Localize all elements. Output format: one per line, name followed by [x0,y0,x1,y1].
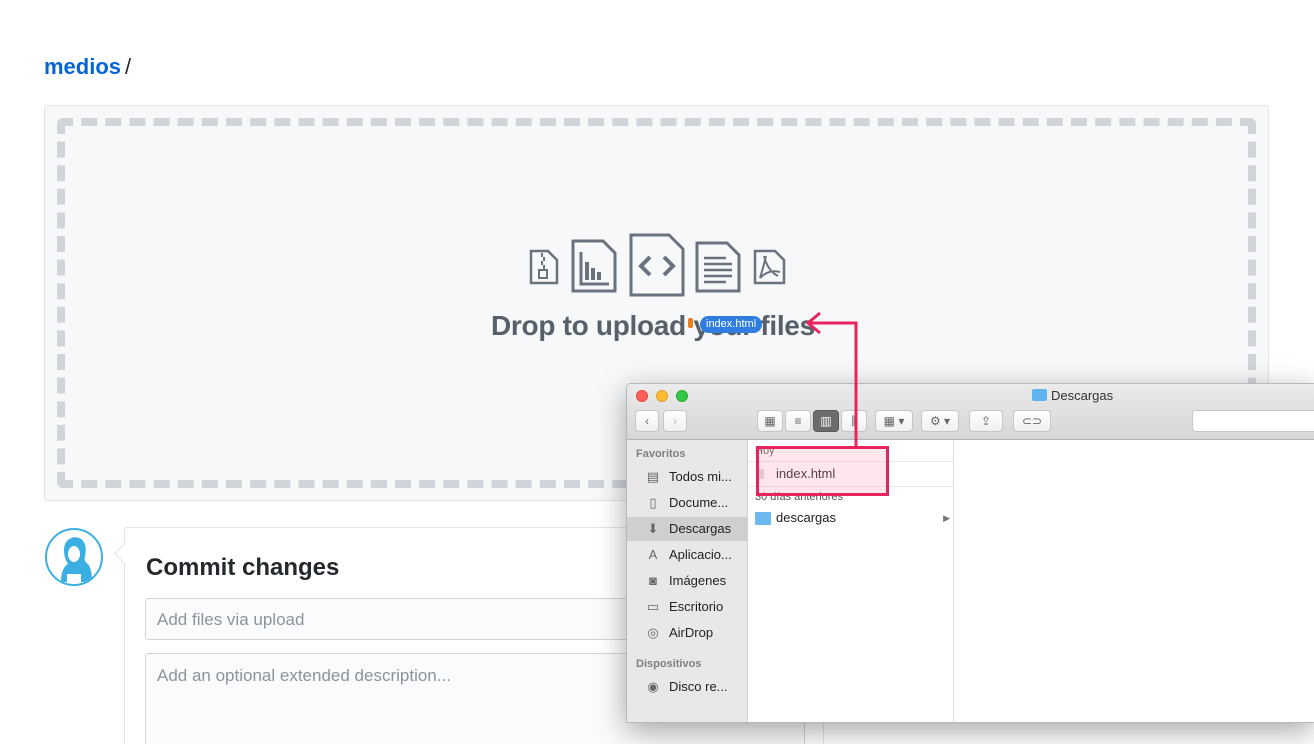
desktop-icon: ▭ [646,599,660,614]
documents-icon: ▯ [649,495,657,510]
arrange-button[interactable]: ▦ ▾ [875,410,913,432]
sidebar-item-label: AirDrop [669,625,714,640]
pdf-file-icon [753,249,786,285]
applications-icon: A [648,547,658,562]
share-button[interactable]: ⇪ [969,410,1003,432]
grid-icon: ▦ [764,414,776,428]
sidebar-item-desktop[interactable]: ▭ Escritorio [627,595,747,619]
coverflow-icon: ⫼ [851,414,857,428]
airdrop-icon: ◎ [647,625,659,640]
list-view-button[interactable]: ≡ [785,410,811,432]
zip-file-icon [529,249,559,285]
text-file-icon [695,241,741,293]
folder-icon [755,512,771,525]
disk-icon: ◉ [647,679,659,694]
camera-icon: ◙ [649,573,657,588]
columns-icon: ▥ [820,414,832,428]
sidebar-item-label: Imágenes [669,573,727,588]
zoom-button[interactable] [676,390,688,402]
sidebar-item-all-files[interactable]: ▤ Todos mi... [627,465,747,489]
minimize-button[interactable] [656,390,668,402]
breadcrumb: medios / [44,54,131,80]
sidebar-item-remote-disc[interactable]: ◉ Disco re... [627,675,747,699]
finder-titlebar[interactable]: Descargas ‹ › ▦ ≡ ▥ ⫼ ▦ ▾ ⚙ ▾ ⇪ ⊂⊃ [627,384,1314,440]
finder-title: Descargas [1032,388,1113,403]
sidebar-item-airdrop[interactable]: ◎ AirDrop [627,621,747,645]
folder-icon [1032,389,1047,401]
close-button[interactable] [636,390,648,402]
finder-window: Descargas ‹ › ▦ ≡ ▥ ⫼ ▦ ▾ ⚙ ▾ ⇪ ⊂⊃ Favor… [626,383,1314,723]
tags-button[interactable]: ⊂⊃ [1013,410,1051,432]
column-view-button[interactable]: ▥ [813,410,839,432]
chevron-right-icon: › [673,414,677,428]
dragged-file-icon [688,318,693,328]
code-file-icon [629,233,685,297]
breadcrumb-separator: / [125,54,132,79]
favorites-header: Favoritos [636,448,686,460]
sidebar-item-label: Escritorio [669,599,724,614]
arrange-icon: ▦ ▾ [883,414,905,428]
gear-icon: ⚙ ▾ [929,414,951,428]
list-icon: ≡ [794,414,802,428]
sidebar-item-label: Descargas [669,521,732,536]
avatar[interactable] [45,528,103,586]
chart-file-icon [571,239,617,293]
forward-button[interactable]: › [663,410,687,432]
commit-title: Commit changes [146,554,340,581]
sidebar-item-label: Disco re... [669,679,728,694]
dragged-file-badge: index.html [700,316,763,333]
repo-link[interactable]: medios [44,54,121,79]
sidebar-item-pictures[interactable]: ◙ Imágenes [627,569,747,593]
sidebar-item-documents[interactable]: ▯ Docume... [627,491,747,515]
disclosure-triangle-icon: ▶ [943,513,950,523]
avatar-portrait-icon [61,537,92,582]
file-highlight-annotation [756,446,889,496]
back-button[interactable]: ‹ [635,410,659,432]
sidebar-item-label: Aplicacio... [669,547,732,562]
icon-view-button[interactable]: ▦ [757,410,783,432]
folder-name: descargas [776,510,836,525]
chevron-left-icon: ‹ [645,414,649,428]
sidebar-item-label: Docume... [669,495,729,510]
devices-header: Dispositivos [636,658,702,670]
file-type-icons [528,232,788,298]
action-button[interactable]: ⚙ ▾ [921,410,959,432]
sidebar-item-downloads[interactable]: ⬇ Descargas [627,517,747,541]
sidebar-item-label: Todos mi... [669,469,732,484]
drop-message: Drop to upload your files [491,310,815,341]
search-field[interactable] [1192,410,1314,432]
tag-icon: ⊂⊃ [1021,414,1043,428]
share-icon: ⇪ [980,414,992,428]
finder-title-text: Descargas [1051,388,1114,403]
finder-sidebar: Favoritos ▤ Todos mi... ▯ Docume... ⬇ De… [627,440,748,722]
sidebar-item-applications[interactable]: A Aplicacio... [627,543,747,567]
coverflow-view-button[interactable]: ⫼ [841,410,867,432]
downloads-icon: ⬇ [647,521,659,536]
all-files-icon: ▤ [646,469,660,484]
folder-row-descargas[interactable]: descargas ▶ [748,507,953,529]
